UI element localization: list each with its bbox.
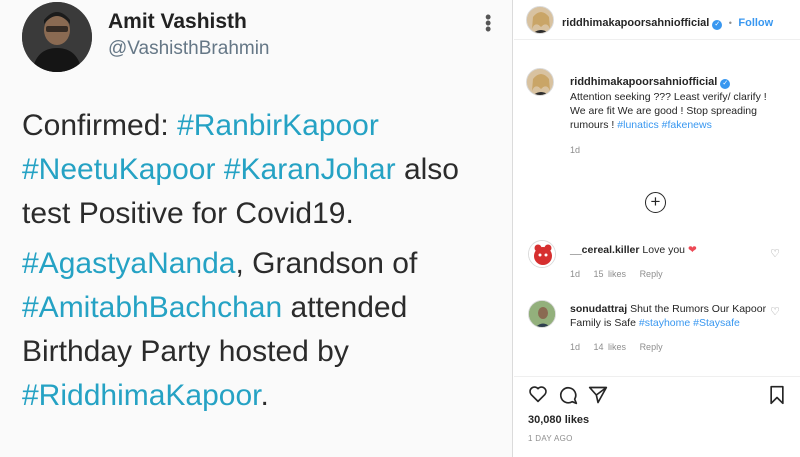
like-comment-heart-icon[interactable]: ♡	[770, 305, 780, 318]
hashtag-link[interactable]: #stayhome	[639, 317, 690, 329]
hashtag: #AmitabhBachchan	[22, 291, 283, 324]
hashtag: #RiddhimaKapoor	[22, 379, 261, 412]
verified-badge-icon: ✓	[720, 79, 731, 89]
hashtag: #AgastyaNanda	[22, 247, 236, 280]
reply-button[interactable]: Reply	[640, 269, 663, 279]
poster-avatar[interactable]	[526, 6, 554, 34]
reply-button[interactable]: Reply	[640, 342, 663, 352]
commenter-avatar[interactable]	[528, 240, 556, 268]
tweet-author-handle: @VashisthBrahmin	[108, 38, 270, 59]
caption-time: 1d	[570, 145, 581, 155]
post-timestamp: 1 DAY AGO	[528, 434, 573, 443]
likes-count[interactable]: 30,080 likes	[528, 414, 589, 426]
comment-likes[interactable]: 14 likes	[594, 342, 627, 352]
more-options-icon: • • •	[485, 7, 492, 39]
commenter-avatar[interactable]	[528, 300, 556, 328]
comment-likes[interactable]: 15 likes	[594, 269, 627, 279]
verified-badge-icon: ✓	[712, 20, 723, 30]
caption-text: Attention seeking ??? Least verify/ clar…	[570, 91, 767, 131]
header-user-line: riddhimakapoorsahniofficial ✓ • Follow	[562, 13, 773, 31]
comment-username[interactable]: __cereal.killer	[570, 244, 639, 256]
post-header: riddhimakapoorsahniofficial ✓ • Follow	[514, 0, 800, 40]
like-heart-icon[interactable]	[528, 385, 548, 408]
heart-emoji-icon: ❤	[687, 244, 697, 256]
like-comment-heart-icon[interactable]: ♡	[770, 247, 780, 260]
caption-avatar[interactable]	[526, 68, 554, 96]
tweet-text: Confirmed: #RanbirKapoor #NeetuKapoor #K…	[22, 104, 502, 418]
comment-text: Love you	[642, 244, 688, 256]
hashtag-link[interactable]: #Staysafe	[693, 317, 740, 329]
separator-dot: •	[728, 18, 732, 28]
instagram-post-panel: riddhimakapoorsahniofficial ✓ • Follow ri…	[514, 0, 800, 457]
caption-block: riddhimakapoorsahniofficial ✓ Attention s…	[570, 72, 785, 155]
hashtag: #NeetuKapoor	[22, 153, 216, 186]
post-action-bar	[514, 376, 800, 406]
comment-meta: 1d 14 likes Reply	[570, 342, 663, 352]
hashtag: #RanbirKapoor	[177, 109, 379, 142]
tweet-paragraph-2: #AgastyaNanda, Grandson of #AmitabhBachc…	[22, 247, 418, 412]
load-more-comments-icon[interactable]: +	[645, 192, 666, 213]
hashtag: #KaranJohar	[223, 153, 396, 186]
tweet-paragraph-1: Confirmed: #RanbirKapoor #NeetuKapoor #K…	[22, 109, 459, 230]
comment-bubble-icon[interactable]	[558, 385, 578, 410]
caption-username[interactable]: riddhimakapoorsahniofficial	[570, 76, 717, 88]
comment-username[interactable]: sonudattraj	[570, 303, 627, 315]
save-bookmark-icon[interactable]	[768, 385, 786, 410]
tweet-author-name: Amit Vashisth	[108, 10, 247, 33]
follow-button[interactable]: Follow	[738, 17, 773, 29]
comment: __cereal.killer Love you ❤ 1d 15 likes R…	[570, 243, 770, 279]
tweet-screenshot: Amit Vashisth @VashisthBrahmin • • • Confi…	[0, 0, 513, 457]
comment: sonudattraj Shut the Rumors Our Kapoor F…	[570, 302, 772, 352]
comment-meta: 1d 15 likes Reply	[570, 269, 663, 279]
hashtag-link[interactable]: #lunatics	[617, 119, 658, 131]
poster-username[interactable]: riddhimakapoorsahniofficial	[562, 17, 709, 29]
hashtag-link[interactable]: #fakenews	[662, 119, 712, 131]
share-paper-plane-icon[interactable]	[588, 385, 608, 410]
tweet-author-avatar	[22, 2, 92, 72]
